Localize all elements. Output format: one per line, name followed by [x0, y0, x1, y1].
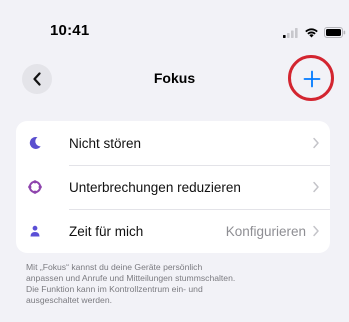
list-item-nicht-stoeren[interactable]: Nicht stören: [16, 121, 330, 165]
cellular-signal-icon: [283, 27, 298, 38]
focus-modes-list: Nicht stören Unterbrechungen reduzieren: [16, 121, 330, 253]
flower-icon: [27, 179, 43, 195]
list-item-detail: Konfigurieren: [225, 223, 306, 239]
chevron-right-icon: [313, 181, 319, 193]
add-focus-button[interactable]: [298, 65, 326, 93]
chevron-right-icon: [313, 225, 319, 237]
battery-icon: [324, 26, 346, 38]
chevron-right-icon: [313, 137, 319, 149]
status-icons: [283, 26, 346, 38]
footer-line: anpassen und Anrufe und Mitteilungen stu…: [26, 273, 236, 284]
focus-description: Mit „Fokus“ kannst du deine Geräte persö…: [26, 262, 326, 306]
person-icon: [27, 223, 43, 239]
footer-line: Mit „Fokus“ kannst du deine Geräte persö…: [26, 262, 203, 272]
list-item-label: Nicht stören: [69, 135, 142, 151]
list-item-zeit-fuer-mich[interactable]: Zeit für mich Konfigurieren: [16, 209, 330, 253]
plus-icon: [303, 70, 321, 88]
status-time: 10:41: [50, 22, 90, 39]
list-item-label: Unterbrechungen reduzieren: [69, 179, 241, 195]
moon-icon: [27, 135, 43, 151]
list-item-label: Zeit für mich: [69, 223, 144, 239]
footer-line: ausgeschaltet werden.: [26, 295, 112, 306]
list-item-unterbrechungen-reduzieren[interactable]: Unterbrechungen reduzieren: [16, 165, 330, 209]
footer-line: Die Funktion kann im Kontrollzentrum ein…: [26, 284, 203, 295]
focus-settings-screen: 10:41 Fokus Nicht stören Unterbrechungen…: [0, 0, 349, 322]
wifi-icon: [305, 27, 318, 37]
